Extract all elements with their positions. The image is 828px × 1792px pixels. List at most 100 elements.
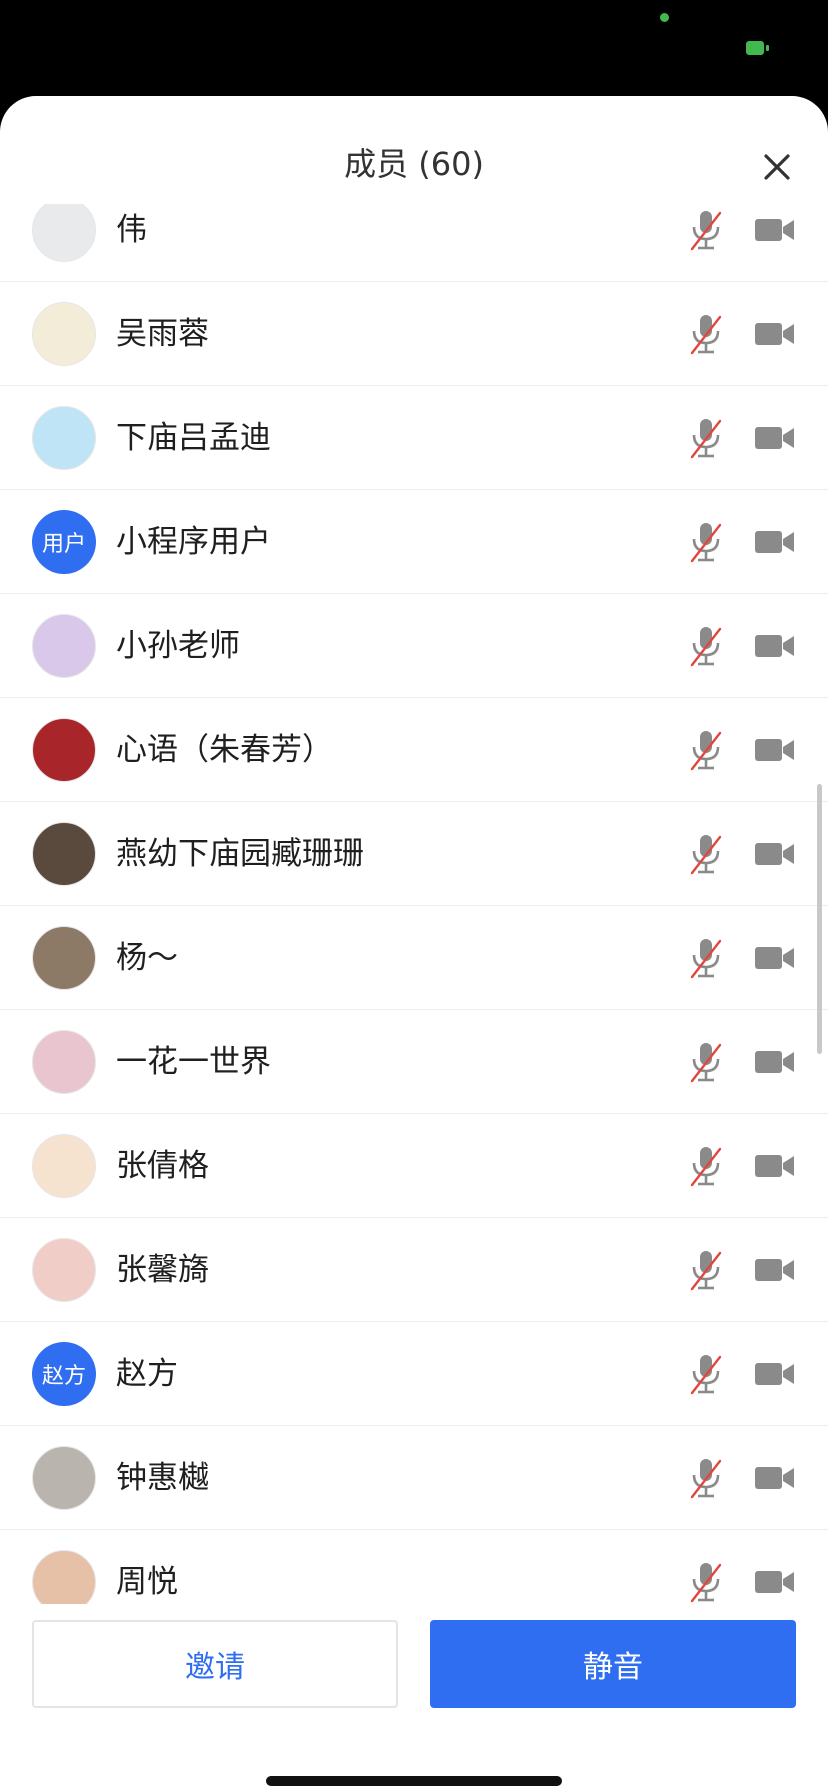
invite-button[interactable]: 邀请 — [32, 1620, 398, 1708]
video-camera-icon — [755, 531, 794, 553]
member-name: 周悦 — [116, 1564, 178, 1600]
member-list[interactable]: 伟 吴雨蓉 下庙吕孟迪 用户 小程序用户 小孙老师 心语（朱春芳） 燕幼下庙园臧… — [0, 204, 828, 1700]
video-toggle[interactable] — [752, 420, 798, 456]
member-row[interactable]: 张倩格 — [0, 1114, 828, 1218]
video-toggle[interactable] — [752, 940, 798, 976]
video-toggle[interactable] — [752, 524, 798, 560]
mic-toggle[interactable] — [686, 414, 726, 462]
video-toggle[interactable] — [752, 1356, 798, 1392]
member-name: 赵方 — [116, 1356, 178, 1392]
member-row[interactable]: 赵方 赵方 — [0, 1322, 828, 1426]
member-row[interactable]: 心语（朱春芳） — [0, 698, 828, 802]
video-camera-icon — [755, 739, 794, 761]
video-toggle[interactable] — [752, 732, 798, 768]
member-row[interactable]: 杨～ — [0, 906, 828, 1010]
video-toggle[interactable] — [752, 1148, 798, 1184]
member-name: 吴雨蓉 — [116, 316, 209, 352]
video-toggle[interactable] — [752, 1044, 798, 1080]
scrollbar[interactable] — [817, 784, 822, 1054]
mic-toggle[interactable] — [686, 1558, 726, 1606]
avatar-photo — [32, 1238, 96, 1302]
member-row[interactable]: 一花一世界 — [0, 1010, 828, 1114]
member-name: 伟 — [116, 212, 147, 248]
video-toggle[interactable] — [752, 316, 798, 352]
video-camera-icon — [755, 1571, 794, 1593]
microphone-off-icon — [690, 419, 722, 459]
video-camera-icon — [755, 323, 794, 345]
microphone-off-icon — [690, 211, 722, 251]
sheet-title: 成员 (60) — [344, 145, 484, 183]
avatar-text: 用户 — [41, 532, 86, 557]
member-row[interactable]: 张馨旖 — [0, 1218, 828, 1322]
video-camera-icon — [755, 1259, 794, 1281]
member-row[interactable]: 吴雨蓉 — [0, 282, 828, 386]
member-name: 一花一世界 — [116, 1044, 271, 1080]
member-name: 张倩格 — [116, 1148, 209, 1184]
status-bar — [0, 0, 828, 96]
avatar-photo — [32, 1446, 96, 1510]
mic-toggle[interactable] — [686, 830, 726, 878]
avatar-photo — [32, 822, 96, 886]
avatar-photo — [32, 926, 96, 990]
mic-toggle[interactable] — [686, 310, 726, 358]
mic-toggle[interactable] — [686, 1038, 726, 1086]
mic-toggle[interactable] — [686, 934, 726, 982]
mic-toggle[interactable] — [686, 726, 726, 774]
avatar-photo — [32, 406, 96, 470]
member-name: 张馨旖 — [116, 1252, 209, 1288]
privacy-indicator-dot — [660, 13, 669, 22]
video-toggle[interactable] — [752, 836, 798, 872]
microphone-off-icon — [690, 1563, 722, 1603]
avatar: 用户 — [32, 510, 96, 574]
member-row[interactable]: 燕幼下庙园臧珊珊 — [0, 802, 828, 906]
member-name: 下庙吕孟迪 — [116, 420, 271, 456]
video-toggle[interactable] — [752, 628, 798, 664]
avatar-photo — [32, 204, 96, 262]
member-name: 钟惠樾 — [116, 1460, 209, 1496]
microphone-off-icon — [690, 1355, 722, 1395]
member-row[interactable]: 下庙吕孟迪 — [0, 386, 828, 490]
member-row[interactable]: 用户 小程序用户 — [0, 490, 828, 594]
member-row[interactable]: 伟 — [0, 204, 828, 282]
microphone-off-icon — [690, 1147, 722, 1187]
mic-toggle[interactable] — [686, 622, 726, 670]
home-indicator — [266, 1776, 562, 1786]
mic-toggle[interactable] — [686, 206, 726, 254]
members-sheet: 成员 (60) 伟 吴雨蓉 下庙吕孟迪 用户 小程序用户 小孙老师 心语（朱春芳… — [0, 96, 828, 1792]
close-icon — [764, 154, 790, 180]
mic-toggle[interactable] — [686, 1246, 726, 1294]
video-toggle[interactable] — [752, 1252, 798, 1288]
microphone-off-icon — [690, 315, 722, 355]
member-row[interactable]: 小孙老师 — [0, 594, 828, 698]
footer-actions: 邀请 静音 — [0, 1604, 828, 1792]
video-camera-icon — [755, 947, 794, 969]
video-camera-icon — [755, 1051, 794, 1073]
avatar-photo — [32, 1030, 96, 1094]
avatar-photo — [32, 302, 96, 366]
member-row[interactable]: 钟惠樾 — [0, 1426, 828, 1530]
close-button[interactable] — [752, 142, 802, 192]
avatar-text: 赵方 — [41, 1364, 86, 1389]
video-camera-icon — [755, 1155, 794, 1177]
video-camera-icon — [755, 843, 794, 865]
mic-toggle[interactable] — [686, 1454, 726, 1502]
microphone-off-icon — [690, 939, 722, 979]
video-camera-icon — [755, 219, 794, 241]
video-toggle[interactable] — [752, 212, 798, 248]
member-name: 心语（朱春芳） — [116, 732, 333, 768]
battery-icon — [746, 41, 769, 55]
avatar-photo — [32, 1134, 96, 1198]
mute-all-button[interactable]: 静音 — [430, 1620, 796, 1708]
microphone-off-icon — [690, 731, 722, 771]
mic-toggle[interactable] — [686, 518, 726, 566]
microphone-off-icon — [690, 1043, 722, 1083]
microphone-off-icon — [690, 1459, 722, 1499]
video-toggle[interactable] — [752, 1564, 798, 1600]
video-camera-icon — [755, 427, 794, 449]
video-toggle[interactable] — [752, 1460, 798, 1496]
video-camera-icon — [755, 1467, 794, 1489]
avatar: 赵方 — [32, 1342, 96, 1406]
avatar-photo — [32, 614, 96, 678]
mic-toggle[interactable] — [686, 1350, 726, 1398]
mic-toggle[interactable] — [686, 1142, 726, 1190]
